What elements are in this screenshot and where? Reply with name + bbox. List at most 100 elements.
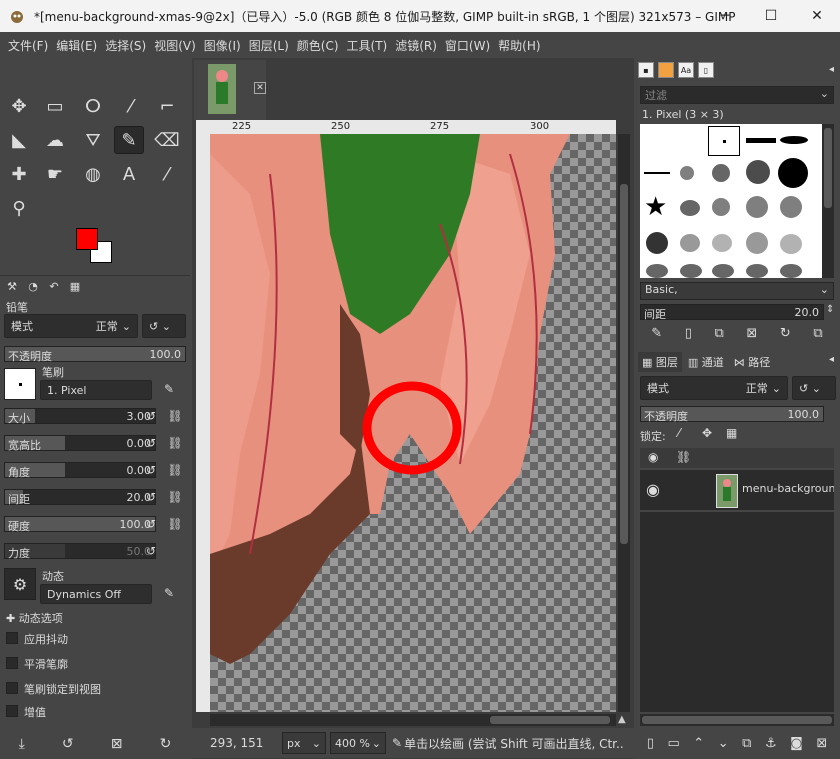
opacity-slider[interactable]: 不透明度 100.0 [4, 346, 186, 363]
vertical-scroll-thumb[interactable] [620, 184, 628, 544]
tab-paths[interactable]: ⋈ 路径 [730, 352, 775, 372]
image-canvas[interactable] [210, 134, 616, 712]
layer-opacity-slider[interactable]: 不透明度 100.0 [640, 406, 824, 423]
incremental-checkbox[interactable] [6, 705, 18, 717]
transform-tool-icon[interactable]: ◣ [4, 126, 34, 154]
layers-scroll-thumb[interactable] [642, 716, 832, 724]
restore-options-icon[interactable]: ↺ [62, 736, 74, 752]
menu-windows[interactable]: 窗口(W) [441, 37, 494, 54]
undo-tab-icon[interactable]: ↶ [45, 278, 63, 296]
minimize-button[interactable]: ─ [702, 0, 748, 32]
angle-slider[interactable]: 角度 0.00 [4, 462, 156, 479]
menu-filters[interactable]: 滤镜(R) [391, 37, 441, 54]
brushes-tab-icon[interactable]: ▪ [638, 62, 654, 78]
mask-layer-icon[interactable]: ◙ [790, 736, 803, 751]
raise-layer-icon[interactable]: ⌃ [693, 736, 704, 751]
brush-item[interactable] [746, 138, 776, 143]
lock-brush-checkbox[interactable] [6, 682, 18, 694]
tab-layers[interactable]: ▦ 图层 [638, 352, 682, 372]
bucket-fill-tool-icon[interactable]: ⛛ [78, 126, 108, 154]
maximize-button[interactable]: ☐ [748, 0, 794, 32]
brush-item[interactable] [680, 264, 702, 278]
new-group-icon[interactable]: ▭ [667, 736, 679, 751]
spinner-icon[interactable]: ⇕ [826, 304, 834, 315]
navigate-icon[interactable]: ▲ [618, 714, 630, 726]
patterns-tab-icon[interactable] [658, 62, 674, 78]
menu-file[interactable]: 文件(F) [4, 37, 52, 54]
lock-position-icon[interactable]: ✥ [702, 426, 712, 440]
ruler-corner[interactable] [196, 120, 210, 134]
lower-layer-icon[interactable]: ⌄ [718, 736, 729, 751]
unit-select[interactable]: px ⌄ [282, 732, 326, 754]
mode-reset-combo[interactable]: ↺ ⌄ [142, 314, 186, 338]
pencil-tool-icon[interactable]: ✎ [114, 126, 144, 154]
star-brush-icon[interactable]: ★ [644, 194, 667, 220]
fuzzy-select-tool-icon[interactable]: ⁄ [116, 92, 146, 120]
brush-item[interactable] [746, 160, 770, 184]
panel-menu-icon[interactable]: ◂ [829, 64, 834, 75]
delete-brush-icon[interactable]: ⊠ [746, 326, 757, 341]
smooth-stroke-checkbox[interactable] [6, 657, 18, 669]
foreground-color-swatch[interactable] [76, 228, 98, 250]
edit-brush-icon[interactable]: ✎ [160, 380, 178, 398]
dynamics-options-expander[interactable]: ✚ 动态选项 [6, 610, 63, 626]
brush-item[interactable] [746, 196, 768, 218]
brush-item[interactable] [780, 136, 808, 144]
menu-image[interactable]: 图像(I) [200, 37, 245, 54]
menu-tools[interactable]: 工具(T) [343, 37, 392, 54]
fonts-tab-icon[interactable]: Aa [678, 62, 694, 78]
layer-row[interactable]: ◉ menu-background-x [640, 470, 834, 510]
brush-item[interactable] [712, 264, 734, 278]
horizontal-ruler[interactable]: 225 250 275 300 [210, 120, 616, 134]
angle-link-icon[interactable]: ⛓ [166, 461, 184, 479]
apply-jitter-checkbox[interactable] [6, 632, 18, 644]
layers-menu-icon[interactable]: ◂ [829, 354, 834, 365]
zoom-select[interactable]: 400 % ⌄ [330, 732, 386, 754]
brush-item[interactable] [746, 232, 768, 254]
color-swatches[interactable] [72, 228, 118, 268]
selected-brush[interactable] [708, 126, 740, 156]
lock-pixels-icon[interactable]: ⁄ [678, 426, 680, 440]
close-tab-icon[interactable]: ✕ [254, 82, 266, 94]
reset-options-icon[interactable]: ↻ [160, 736, 172, 752]
menu-colors[interactable]: 颜色(C) [293, 37, 343, 54]
horizontal-scroll-thumb[interactable] [490, 716, 610, 724]
layer-mode-combo[interactable]: 模式 正常 ⌄ [640, 376, 788, 400]
vertical-ruler[interactable] [196, 134, 210, 712]
brush-item[interactable] [780, 196, 802, 218]
brush-grid[interactable]: ★ [640, 124, 822, 278]
brush-item[interactable] [780, 264, 802, 278]
layer-composite-combo[interactable]: ↺ ⌄ [792, 376, 836, 400]
brush-item[interactable] [646, 232, 668, 254]
brush-scroll-thumb[interactable] [824, 128, 832, 208]
lock-alpha-icon[interactable]: ▦ [726, 426, 737, 440]
close-button[interactable]: ✕ [794, 0, 840, 32]
brush-item[interactable] [712, 164, 730, 182]
brush-item[interactable] [646, 264, 668, 278]
horizontal-scrollbar[interactable] [210, 714, 616, 726]
new-brush-icon[interactable]: ▯ [685, 326, 692, 341]
force-slider[interactable]: 力度 50.0 [4, 543, 156, 560]
menu-edit[interactable]: 编辑(E) [52, 37, 101, 54]
hardness-slider[interactable]: 硬度 100.0 [4, 516, 156, 533]
tool-options-tab-icon[interactable]: ⚒ [3, 278, 21, 296]
text-tool-icon[interactable]: A [114, 160, 144, 188]
open-brush-icon[interactable]: ⧉ [813, 326, 822, 341]
tab-channels[interactable]: ▥ 通道 [684, 352, 728, 372]
spacing-link-icon[interactable]: ⛓ [166, 488, 184, 506]
smudge-tool-icon[interactable]: ☛ [40, 160, 70, 188]
eye-icon[interactable]: ◉ [646, 480, 660, 499]
heal-tool-icon[interactable]: ✚ [4, 160, 34, 188]
aspect-link-icon[interactable]: ⛓ [166, 434, 184, 452]
dynamics-icon[interactable]: ⚙ [4, 568, 36, 600]
spacing-slider[interactable]: 间距 20.0 [4, 489, 156, 506]
document-tab-icon[interactable]: ▯ [698, 62, 714, 78]
edit-dynamics-icon[interactable]: ✎ [160, 584, 178, 602]
brush-item[interactable] [746, 264, 768, 278]
menu-select[interactable]: 选择(S) [101, 37, 150, 54]
brush-filter-input[interactable]: 过滤 ⌄ [640, 86, 834, 104]
anchor-layer-icon[interactable]: ⚓ [765, 736, 777, 751]
hardness-link-icon[interactable]: ⛓ [166, 515, 184, 533]
refresh-brushes-icon[interactable]: ↻ [780, 326, 791, 341]
brush-item[interactable] [778, 158, 808, 188]
